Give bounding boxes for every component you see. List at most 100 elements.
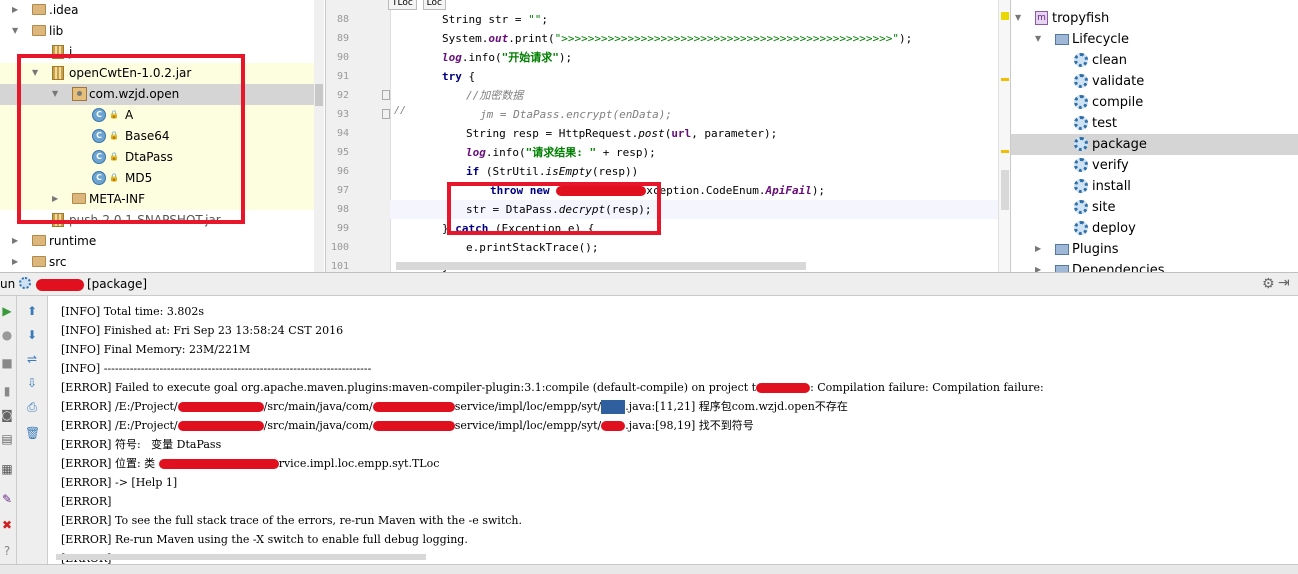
- print-icon[interactable]: ▤: [0, 432, 14, 446]
- editor-tabs: TLoc Loc: [388, 0, 448, 10]
- line-number: 90: [336, 52, 349, 63]
- camera-icon[interactable]: ◙: [0, 408, 14, 422]
- tree-item-runtime[interactable]: ▶ runtime: [0, 231, 324, 252]
- console-line-error-3: [ERROR] /E:/Project/ /src/main/java/com/s…: [61, 416, 754, 435]
- gear-icon: [1074, 95, 1088, 109]
- run-configuration-label: [package]: [87, 277, 148, 291]
- help-icon[interactable]: ?: [0, 544, 14, 558]
- stop-icon[interactable]: ●: [0, 328, 14, 342]
- console-line: [ERROR] To see the full stack trace of t…: [61, 514, 522, 527]
- selection-highlight: [601, 400, 626, 414]
- maven-plugins-node[interactable]: ▶ Plugins: [1011, 239, 1298, 260]
- line-number: 95: [336, 147, 349, 158]
- tab-loc[interactable]: Loc: [422, 0, 446, 10]
- console-line: [INFO] Finished at: Fri Sep 23 13:58:24 …: [61, 324, 344, 337]
- warning-marker[interactable]: [1001, 78, 1009, 81]
- maven-goal-validate[interactable]: validate: [1011, 71, 1298, 92]
- console-line-error-5: [ERROR] 位置: 类 rvice.impl.loc.empp.syt.TL…: [61, 454, 439, 473]
- pause-icon[interactable]: ■: [0, 356, 14, 370]
- run-title: un: [0, 277, 16, 291]
- fold-icon[interactable]: [382, 90, 390, 100]
- arrow-down-icon[interactable]: ⬇: [25, 328, 39, 342]
- chevron-right-icon[interactable]: ▶: [12, 5, 22, 15]
- fold-icon[interactable]: [382, 109, 390, 119]
- code-editor[interactable]: 88 89 90 91 92 93 94 95 96 97 98 99 100 …: [326, 0, 1010, 272]
- print-icon[interactable]: ⎙: [25, 400, 39, 414]
- soft-wrap-icon[interactable]: ⇌: [25, 352, 39, 366]
- line-number: 89: [336, 33, 349, 44]
- pin-icon[interactable]: ✎: [0, 492, 14, 506]
- chevron-right-icon[interactable]: ▶: [12, 257, 22, 267]
- line-number: 97: [336, 185, 349, 196]
- console-horizontal-scrollbar[interactable]: [56, 554, 426, 560]
- line-number: 101: [330, 261, 349, 272]
- chevron-down-icon[interactable]: ▼: [12, 26, 22, 36]
- tab-tloc[interactable]: TLoc: [388, 0, 417, 10]
- editor-scrollbar[interactable]: [998, 0, 1010, 272]
- folder-icon: [1055, 244, 1069, 255]
- console-line: [INFO] Final Memory: 23M/221M: [61, 343, 251, 356]
- warning-marker[interactable]: [1001, 150, 1009, 153]
- run-toolbar-right: ⬆ ⬇ ⇌ ⇩ ⎙ 🗑: [17, 296, 48, 573]
- maven-lifecycle-node[interactable]: ▼ Lifecycle: [1011, 29, 1298, 50]
- chevron-right-icon[interactable]: ▶: [1035, 265, 1045, 272]
- maven-goal-package[interactable]: package: [1011, 134, 1298, 155]
- maven-goal-deploy[interactable]: deploy: [1011, 218, 1298, 239]
- goal-label: install: [1092, 179, 1131, 194]
- chevron-down-icon[interactable]: ▼: [1035, 34, 1045, 44]
- horizontal-scrollbar[interactable]: [396, 262, 806, 270]
- console-text: .java:[11,21] 程序包com.wzjd.open不存在: [625, 400, 848, 413]
- maven-goal-clean[interactable]: clean: [1011, 50, 1298, 71]
- goal-label: verify: [1092, 158, 1129, 173]
- line-number: 98: [336, 204, 349, 215]
- chevron-right-icon[interactable]: ▶: [12, 236, 22, 246]
- tree-scrollbar[interactable]: [314, 0, 324, 272]
- gear-icon: [1074, 53, 1088, 67]
- goal-label: validate: [1092, 74, 1145, 89]
- chevron-down-icon[interactable]: ▼: [1015, 13, 1025, 23]
- redaction: [158, 459, 279, 469]
- annotation-highlight-box: [17, 54, 245, 224]
- run-console[interactable]: ▶ ● ■ ▮ ◙ ▤ ▦ ✎ ✖ ? ⬆ ⬇ ⇌ ⇩ ⎙ 🗑 [INFO] T…: [0, 296, 1298, 573]
- line-number: 91: [336, 71, 349, 82]
- code-line-91: try {: [442, 70, 476, 83]
- gear-icon: [1074, 179, 1088, 193]
- maven-goal-compile[interactable]: compile: [1011, 92, 1298, 113]
- code-line-100: e.printStackTrace();: [466, 241, 599, 254]
- restore-layout-icon[interactable]: ▮: [0, 384, 14, 398]
- maven-goal-verify[interactable]: verify: [1011, 155, 1298, 176]
- goal-label: compile: [1092, 95, 1144, 110]
- console-text: [ERROR] /E:/Project/: [61, 419, 178, 432]
- goal-label: test: [1092, 116, 1117, 131]
- scrollbar-thumb[interactable]: [1001, 170, 1009, 210]
- chevron-right-icon[interactable]: ▶: [1035, 244, 1045, 254]
- trash-icon[interactable]: 🗑: [25, 426, 40, 440]
- layout-icon[interactable]: ▦: [0, 462, 14, 476]
- rerun-icon[interactable]: ▶: [0, 304, 14, 318]
- tree-item-label: src: [49, 255, 67, 269]
- scroll-to-end-icon[interactable]: ⇩: [25, 376, 39, 390]
- goal-label: site: [1092, 200, 1116, 215]
- maven-goal-site[interactable]: site: [1011, 197, 1298, 218]
- close-icon[interactable]: ✖: [0, 518, 14, 532]
- warning-marker[interactable]: [1001, 12, 1009, 20]
- scrollbar-thumb[interactable]: [315, 84, 323, 106]
- tree-item-idea[interactable]: ▶ .idea: [0, 0, 324, 21]
- run-panel-header: un [package] ⚙ ⇥: [0, 272, 1298, 296]
- maven-goal-test[interactable]: test: [1011, 113, 1298, 134]
- console-line-error-2: [ERROR] /E:/Project/ /src/main/java/com/s…: [61, 397, 848, 416]
- console-line: [INFO] Total time: 3.802s: [61, 305, 205, 318]
- tree-item-src[interactable]: ▶ src: [0, 252, 324, 272]
- tree-item-lib[interactable]: ▼ lib: [0, 21, 324, 42]
- arrow-up-icon[interactable]: ⬆: [25, 304, 39, 318]
- maven-dependencies-node[interactable]: ▶ Dependencies: [1011, 260, 1298, 272]
- settings-gear-icon[interactable]: ⚙: [1262, 276, 1275, 292]
- console-text: service/impl/loc/empp/syt/: [454, 419, 602, 432]
- hide-panel-icon[interactable]: ⇥: [1278, 275, 1290, 291]
- line-number: 92: [336, 90, 349, 101]
- maven-goal-install[interactable]: install: [1011, 176, 1298, 197]
- editor-gutter: 88 89 90 91 92 93 94 95 96 97 98 99 100 …: [326, 0, 406, 272]
- line-number: 93: [336, 109, 349, 120]
- maven-project-root[interactable]: ▼ m tropyfish: [1011, 8, 1298, 29]
- redaction: [372, 402, 455, 412]
